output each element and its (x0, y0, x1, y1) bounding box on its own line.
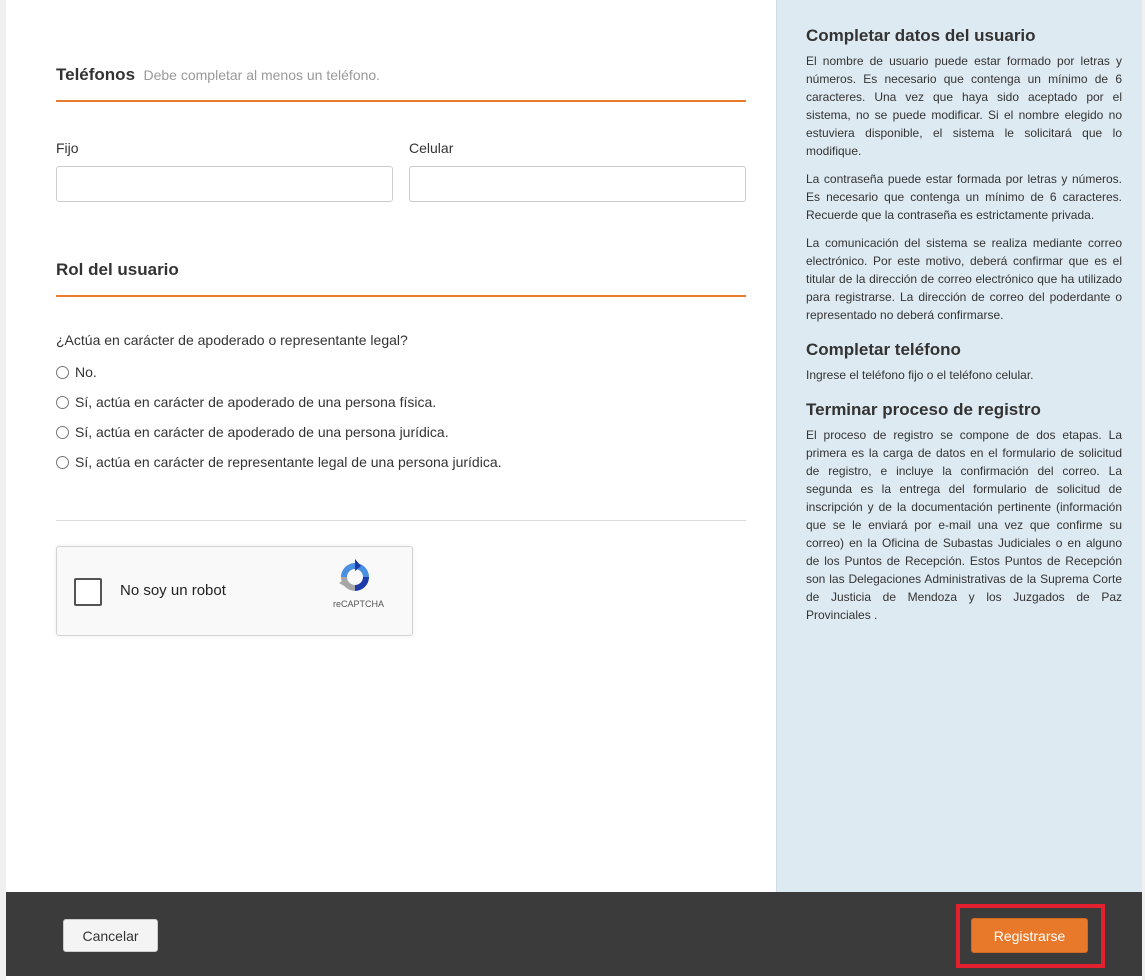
celular-label: Celular (409, 140, 454, 156)
recaptcha-label: No soy un robot (120, 582, 226, 599)
form-divider (56, 520, 746, 521)
help-usuario-title: Completar datos del usuario (806, 26, 1036, 45)
rol-option-label: Sí, actúa en carácter de representante l… (75, 454, 502, 470)
telefonos-hint: Debe completar al menos un teléfono. (143, 67, 381, 83)
help-usuario-paragraph: El nombre de usuario puede estar formado… (806, 54, 1122, 158)
help-registro-paragraph: El proceso de registro se compone de dos… (806, 428, 1122, 622)
registration-form: Teléfonos Debe completar al menos un tel… (6, 0, 776, 892)
cancel-button[interactable]: Cancelar (63, 919, 158, 952)
help-correo-paragraph: La comunicación del sistema se realiza m… (806, 236, 1122, 322)
help-registro-title: Terminar proceso de registro (806, 400, 1041, 419)
rol-option-representante-legal[interactable]: Sí, actúa en carácter de representante l… (56, 454, 502, 470)
rol-section-header: Rol del usuario (56, 255, 746, 297)
help-contrasena-paragraph: La contraseña puede estar formada por le… (806, 172, 1122, 222)
form-footer: Cancelar Registrarse (6, 892, 1142, 976)
radio-button[interactable] (56, 365, 69, 379)
radio-button[interactable] (56, 395, 69, 409)
fijo-label: Fijo (56, 140, 79, 156)
rol-option-apoderado-juridica[interactable]: Sí, actúa en carácter de apoderado de un… (56, 424, 449, 440)
recaptcha-widget: No soy un robot reCAPTCHA (56, 546, 413, 636)
rol-option-no[interactable]: No. (56, 364, 97, 380)
celular-input[interactable] (409, 166, 746, 202)
registration-page: Teléfonos Debe completar al menos un tel… (6, 0, 1142, 980)
fijo-input[interactable] (56, 166, 393, 202)
recaptcha-checkbox[interactable] (74, 578, 102, 606)
help-telefono-title: Completar teléfono (806, 340, 961, 359)
help-telefono-paragraph: Ingrese el teléfono fijo o el teléfono c… (806, 368, 1034, 382)
register-button[interactable]: Registrarse (971, 918, 1088, 953)
recaptcha-logo-icon (339, 559, 369, 591)
radio-button[interactable] (56, 455, 69, 469)
rol-option-label: Sí, actúa en carácter de apoderado de un… (75, 394, 437, 410)
rol-question: ¿Actúa en carácter de apoderado o repres… (56, 332, 408, 348)
rol-title: Rol del usuario (56, 260, 179, 279)
radio-button[interactable] (56, 425, 69, 439)
rol-option-label: Sí, actúa en carácter de apoderado de un… (75, 424, 449, 440)
rol-option-label: No. (75, 364, 97, 380)
rol-option-apoderado-fisica[interactable]: Sí, actúa en carácter de apoderado de un… (56, 394, 436, 410)
recaptcha-brand: reCAPTCHA (333, 599, 385, 609)
help-panel: Completar datos del usuario El nombre de… (776, 0, 1142, 892)
telefonos-section-header: Teléfonos Debe completar al menos un tel… (56, 60, 746, 102)
telefonos-title: Teléfonos (56, 65, 136, 84)
